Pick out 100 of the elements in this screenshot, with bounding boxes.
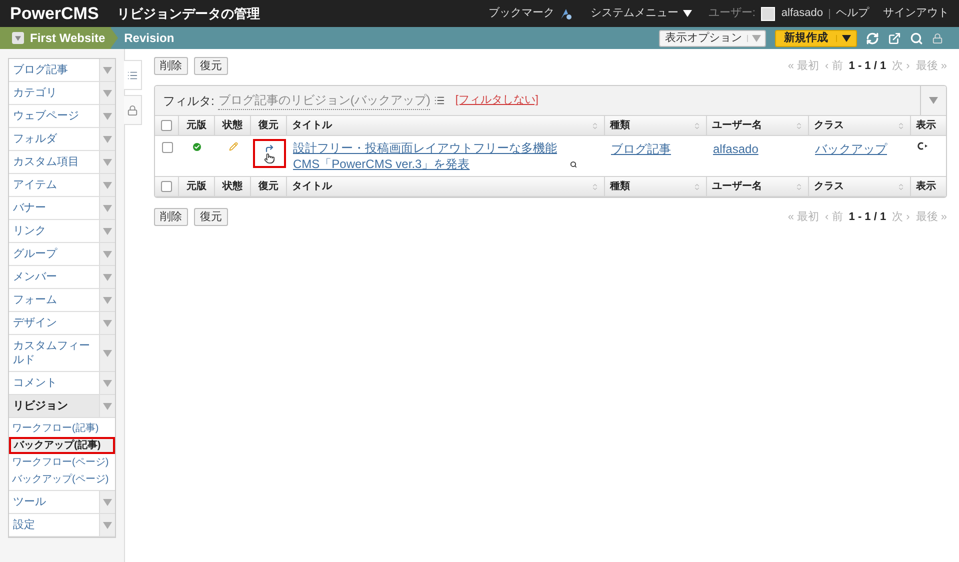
- caret-icon: [103, 136, 112, 142]
- bookmark-icon: [560, 8, 572, 20]
- caret-icon: [103, 112, 112, 120]
- filter-value[interactable]: ブログ記事のリビジョン(バックアップ): [218, 91, 430, 110]
- sidebar-item[interactable]: アイテム: [9, 174, 115, 197]
- select-all-checkbox[interactable]: [161, 181, 172, 192]
- sidebar-item[interactable]: ウェブページ: [9, 105, 115, 128]
- row-checkbox[interactable]: [162, 142, 172, 153]
- sidebar-item[interactable]: グループ: [9, 243, 115, 266]
- sortable-column-header[interactable]: タイトル: [287, 116, 605, 135]
- caret-icon: [842, 34, 851, 42]
- submenu-item[interactable]: バックアップ(ページ): [9, 471, 115, 488]
- sidebar-item[interactable]: カスタムフィールド: [9, 335, 115, 372]
- caret-icon: [103, 296, 112, 304]
- sort-icon: [795, 182, 803, 190]
- restore-button[interactable]: 復元: [194, 57, 228, 75]
- column-header: 元版: [186, 180, 206, 194]
- caret-icon: [103, 204, 112, 212]
- sidebar-item[interactable]: リビジョン: [9, 395, 115, 418]
- sidebar-item[interactable]: ブログ記事: [9, 59, 115, 82]
- class-link[interactable]: バックアップ: [815, 142, 887, 156]
- refresh-icon[interactable]: [866, 32, 879, 44]
- list-icon[interactable]: [434, 95, 446, 106]
- column-header: 復元: [258, 118, 278, 133]
- caret-icon: [103, 228, 112, 234]
- sort-icon: [693, 122, 701, 130]
- sortable-column-header[interactable]: ユーザー名: [707, 177, 809, 196]
- pencil-icon: [228, 142, 238, 151]
- username-link[interactable]: alfasado: [781, 5, 823, 22]
- caret-icon: [103, 182, 112, 188]
- breadcrumb-arrow: [110, 27, 118, 49]
- caret-icon: [103, 522, 112, 528]
- sidebar-item[interactable]: 設定: [9, 514, 115, 537]
- check-icon: [193, 143, 201, 151]
- caret-icon: [103, 90, 112, 96]
- caret-icon: [15, 36, 21, 40]
- sidebar-item[interactable]: カスタム項目: [9, 151, 115, 174]
- sortable-column-header[interactable]: クラス: [809, 177, 911, 196]
- external-link-icon[interactable]: [888, 32, 901, 44]
- search-icon[interactable]: [570, 161, 577, 168]
- submenu-item[interactable]: バックアップ(記事): [9, 437, 115, 454]
- caret-icon: [103, 402, 112, 410]
- sidebar-item[interactable]: ツール: [9, 491, 115, 514]
- type-link[interactable]: ブログ記事: [611, 142, 671, 156]
- sidebar-item[interactable]: フォルダ: [9, 128, 115, 151]
- lock-icon[interactable]: [932, 32, 943, 44]
- select-all-checkbox[interactable]: [161, 120, 172, 131]
- arrow-icon: [264, 144, 274, 152]
- sort-icon: [693, 182, 701, 190]
- submenu-item[interactable]: ワークフロー(記事): [9, 420, 115, 437]
- sidebar-item[interactable]: デザイン: [9, 312, 115, 335]
- sidebar-item[interactable]: バナー: [9, 197, 115, 220]
- column-header: 状態: [222, 118, 242, 133]
- site-menu-button[interactable]: [12, 32, 24, 44]
- column-header: 表示: [916, 180, 936, 194]
- sidebar-item[interactable]: フォーム: [9, 289, 115, 312]
- document-tab[interactable]: [124, 95, 142, 125]
- caret-icon: [103, 350, 112, 356]
- list-tab[interactable]: [124, 60, 142, 90]
- caret-icon: [103, 380, 112, 386]
- submenu-item[interactable]: ワークフロー(ページ): [9, 454, 115, 471]
- signout-link[interactable]: サインアウト: [883, 5, 949, 22]
- delete-button[interactable]: 削除: [154, 57, 188, 75]
- sortable-column-header[interactable]: タイトル: [287, 177, 605, 196]
- sort-icon: [591, 122, 599, 130]
- display-options-button[interactable]: 表示オプション: [659, 30, 766, 46]
- sortable-column-header[interactable]: 種類: [605, 116, 707, 135]
- sidebar-item[interactable]: メンバー: [9, 266, 115, 289]
- avatar-icon: [761, 6, 776, 20]
- title-link[interactable]: 設計フリー・投稿画面レイアウトフリーな多機能CMS「PowerCMS ver.3」を発表: [293, 140, 568, 172]
- user-label: ユーザー:: [708, 6, 756, 22]
- sort-icon: [897, 122, 905, 130]
- caret-icon: [103, 158, 112, 166]
- sortable-column-header[interactable]: クラス: [809, 116, 911, 135]
- sort-icon: [897, 182, 905, 190]
- sidebar-item[interactable]: コメント: [9, 372, 115, 395]
- filter-label: フィルタ:: [163, 92, 214, 110]
- caret-icon: [752, 34, 761, 42]
- caret-icon: [103, 320, 112, 326]
- new-button[interactable]: 新規作成: [775, 30, 857, 46]
- sidebar-item[interactable]: カテゴリ: [9, 82, 115, 105]
- view-icon[interactable]: [917, 142, 928, 150]
- column-header: 復元: [258, 180, 278, 194]
- sidebar-item[interactable]: リンク: [9, 220, 115, 243]
- restore-button[interactable]: 復元: [194, 208, 228, 226]
- list-icon: [127, 70, 138, 80]
- delete-button[interactable]: 削除: [154, 208, 188, 226]
- user-link[interactable]: alfasado: [713, 142, 758, 156]
- system-menu[interactable]: システムメニュー: [590, 5, 692, 22]
- sort-icon: [591, 182, 599, 190]
- bookmark-link[interactable]: ブックマーク: [488, 5, 554, 22]
- caret-icon: [103, 250, 112, 258]
- help-link[interactable]: ヘルプ: [836, 5, 869, 22]
- clear-filter-link[interactable]: [フィルタしない]: [455, 92, 538, 109]
- restore-icon-button[interactable]: [252, 139, 286, 168]
- sortable-column-header[interactable]: ユーザー名: [707, 116, 809, 135]
- column-header: 表示: [916, 118, 936, 133]
- logo[interactable]: PowerCMS: [10, 0, 99, 26]
- caret-icon: [683, 10, 692, 17]
- sortable-column-header[interactable]: 種類: [605, 177, 707, 196]
